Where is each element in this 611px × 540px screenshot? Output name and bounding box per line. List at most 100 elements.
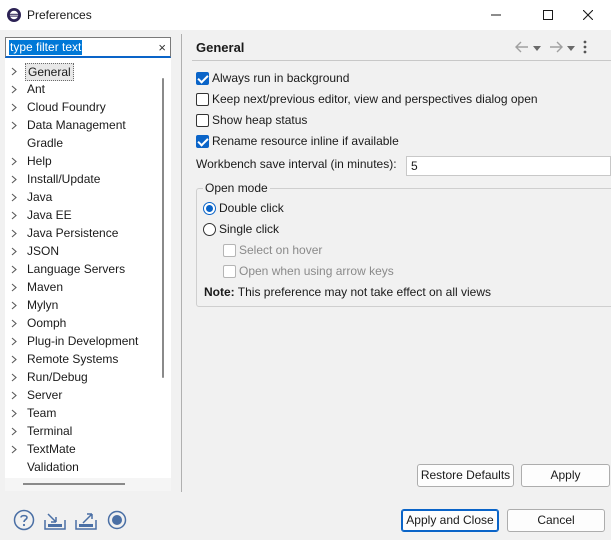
- checkbox-unchecked[interactable]: [196, 113, 209, 127]
- tree-item[interactable]: Ant: [5, 80, 155, 98]
- tree-item-label: Cloud Foundry: [27, 100, 106, 114]
- tree-item[interactable]: Help: [5, 152, 155, 170]
- horizontal-scrollbar-thumb[interactable]: [23, 483, 125, 485]
- tree-item[interactable]: Validation: [5, 458, 155, 476]
- rename-resource-inline-checkbox[interactable]: Rename resource inline if available: [196, 132, 399, 150]
- cancel-button[interactable]: Cancel: [507, 509, 605, 532]
- chevron-right-icon[interactable]: [11, 206, 19, 224]
- tree-item[interactable]: TextMate: [5, 440, 155, 458]
- tree-item[interactable]: Maven: [5, 278, 155, 296]
- chevron-right-icon[interactable]: [11, 260, 19, 278]
- chevron-right-icon[interactable]: [11, 350, 19, 368]
- tree-item[interactable]: Install/Update: [5, 170, 155, 188]
- tree-item-label: Gradle: [27, 136, 64, 150]
- tree-item[interactable]: Mylyn: [5, 296, 155, 314]
- chevron-right-icon[interactable]: [11, 98, 19, 116]
- tree-item[interactable]: Language Servers: [5, 260, 155, 278]
- tree-item[interactable]: Java: [5, 188, 155, 206]
- vertical-dots-icon[interactable]: [582, 40, 588, 57]
- back-arrow-icon[interactable]: [514, 40, 530, 57]
- tree-horizontal-scrollbar[interactable]: [5, 478, 171, 491]
- tree-item-label: Server: [27, 388, 63, 402]
- chevron-right-icon[interactable]: [11, 296, 19, 314]
- tree-item[interactable]: Terminal: [5, 422, 155, 440]
- forward-arrow-icon[interactable]: [548, 40, 564, 57]
- single-click-radio[interactable]: Single click: [203, 220, 279, 238]
- tree-item[interactable]: Plug-in Development: [5, 332, 155, 350]
- help-icon[interactable]: [13, 509, 35, 531]
- chevron-right-icon[interactable]: [11, 80, 19, 98]
- checkbox-checked[interactable]: [196, 71, 209, 85]
- tree-item[interactable]: JSON: [5, 242, 155, 260]
- tree-item-label: Mylyn: [27, 298, 59, 312]
- save-interval-input[interactable]: 5: [406, 156, 611, 176]
- chevron-right-icon[interactable]: [11, 62, 19, 80]
- chevron-right-icon[interactable]: [11, 386, 19, 404]
- checkbox-unchecked[interactable]: [196, 92, 209, 106]
- tree-item-label: Remote Systems: [27, 352, 119, 366]
- eclipse-app-icon: [6, 7, 22, 23]
- apply-and-close-button[interactable]: Apply and Close: [401, 509, 499, 532]
- tree-item-label: Validation: [27, 460, 79, 474]
- restore-defaults-button[interactable]: Restore Defaults: [417, 464, 514, 487]
- tree-item-label: Java EE: [27, 208, 72, 222]
- panel-divider[interactable]: [181, 34, 182, 492]
- filter-input[interactable]: type filter text ×: [5, 37, 171, 58]
- note-message: This preference may not take effect on a…: [234, 285, 492, 299]
- checkbox-label: Rename resource inline if available: [212, 134, 399, 148]
- minimize-button[interactable]: [473, 0, 519, 30]
- show-heap-status-checkbox[interactable]: Show heap status: [196, 111, 307, 129]
- chevron-right-icon[interactable]: [11, 278, 19, 296]
- tree-item[interactable]: General: [5, 62, 155, 81]
- page-navigation: [514, 40, 588, 56]
- checkbox-disabled: [223, 243, 236, 257]
- radio-selected[interactable]: [203, 201, 216, 215]
- chevron-right-icon[interactable]: [11, 116, 19, 134]
- apply-button[interactable]: Apply: [521, 464, 610, 487]
- chevron-right-icon[interactable]: [11, 224, 19, 242]
- tree-item[interactable]: Java Persistence: [5, 224, 155, 242]
- open-mode-group-title: Open mode: [203, 181, 270, 195]
- tree-item[interactable]: Server: [5, 386, 155, 404]
- tree-item[interactable]: Cloud Foundry: [5, 98, 155, 116]
- radio-label: Double click: [219, 201, 284, 215]
- always-run-in-background-checkbox[interactable]: Always run in background: [196, 69, 349, 87]
- tree-item[interactable]: Run/Debug: [5, 368, 155, 386]
- checkbox-checked[interactable]: [196, 134, 209, 148]
- chevron-right-icon[interactable]: [11, 422, 19, 440]
- tree-item[interactable]: Team: [5, 404, 155, 422]
- keep-dialog-open-checkbox[interactable]: Keep next/previous editor, view and pers…: [196, 90, 538, 108]
- import-icon[interactable]: [43, 509, 67, 531]
- tree-vertical-scrollbar[interactable]: [155, 62, 171, 478]
- chevron-right-icon[interactable]: [11, 170, 19, 188]
- chevron-right-icon[interactable]: [11, 242, 19, 260]
- note-text: Note: This preference may not take effec…: [204, 285, 491, 299]
- close-window-button[interactable]: [565, 0, 611, 30]
- tree-item-label: Install/Update: [27, 172, 101, 186]
- radio-unselected[interactable]: [203, 222, 216, 236]
- tree-item[interactable]: Gradle: [5, 134, 155, 152]
- chevron-right-icon[interactable]: [11, 332, 19, 350]
- chevron-right-icon[interactable]: [11, 440, 19, 458]
- record-icon[interactable]: [106, 509, 128, 531]
- tree-item[interactable]: Oomph: [5, 314, 155, 332]
- radio-label: Single click: [219, 222, 280, 236]
- chevron-right-icon[interactable]: [11, 314, 19, 332]
- tree-item[interactable]: Data Management: [5, 116, 155, 134]
- vertical-scrollbar-thumb[interactable]: [162, 78, 164, 378]
- chevron-right-icon[interactable]: [11, 404, 19, 422]
- back-dropdown-icon[interactable]: [533, 41, 541, 55]
- chevron-right-icon[interactable]: [11, 368, 19, 386]
- tree-item-label: Plug-in Development: [27, 334, 139, 348]
- tree-item-label: Ant: [27, 82, 46, 96]
- tree-item[interactable]: Java EE: [5, 206, 155, 224]
- tree-item-label: Data Management: [27, 118, 126, 132]
- double-click-radio[interactable]: Double click: [203, 199, 284, 217]
- tree-item-label: Maven: [27, 280, 64, 294]
- chevron-right-icon[interactable]: [11, 188, 19, 206]
- chevron-right-icon[interactable]: [11, 152, 19, 170]
- forward-dropdown-icon[interactable]: [567, 41, 575, 55]
- export-icon[interactable]: [74, 509, 98, 531]
- clear-icon[interactable]: ×: [158, 40, 166, 55]
- tree-item[interactable]: Remote Systems: [5, 350, 155, 368]
